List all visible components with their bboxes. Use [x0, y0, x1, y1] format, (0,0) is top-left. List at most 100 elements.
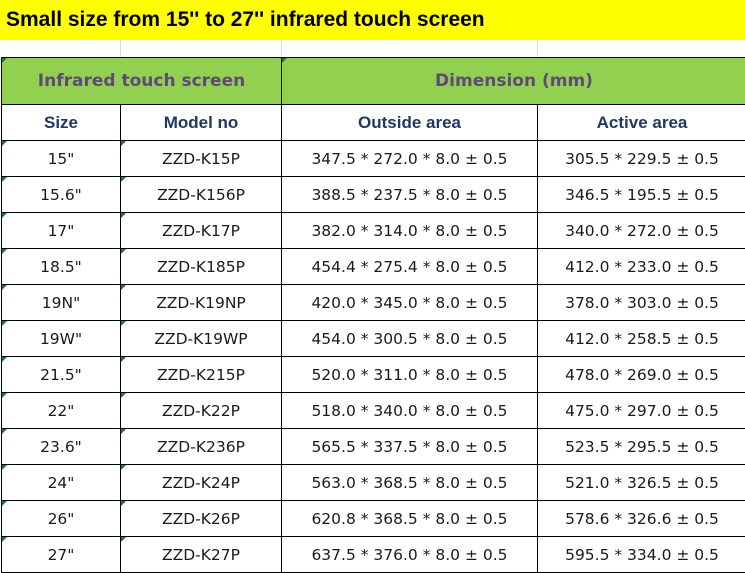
- table-row: 19N" ZZD-K19NP 420.0 * 345.0 * 8.0 ± 0.5 37…: [1, 284, 745, 321]
- model-cell: ZZD-K156P: [120, 176, 282, 213]
- cell-comment-marker: [282, 58, 287, 63]
- size-cell: 22": [1, 392, 121, 429]
- cell-comment-marker: [121, 285, 126, 290]
- outside-area-cell: 637.5 * 376.0 * 8.0 ± 0.5: [281, 536, 538, 573]
- cell-comment-marker: [2, 141, 7, 146]
- column-header-outside-area: Outside area: [281, 104, 538, 141]
- table-row: 17" ZZD-K17P 382.0 * 314.0 * 8.0 ± 0.5 340.…: [1, 212, 745, 249]
- model-cell: ZZD-K19WP: [120, 320, 282, 357]
- active-area-cell: 478.0 * 269.0 ± 0.5: [537, 356, 745, 393]
- group-header-dimension: Dimension (mm): [281, 57, 745, 105]
- cell-comment-marker: [2, 321, 7, 326]
- cell-comment-marker: [2, 537, 7, 542]
- gridline: [120, 40, 121, 57]
- active-area-cell: 521.0 * 326.5 ± 0.5: [537, 464, 745, 501]
- cell-comment-marker: [2, 58, 7, 63]
- cell-comment-marker: [121, 429, 126, 434]
- table-row: 15" ZZD-K15P 347.5 * 272.0 * 8.0 ± 0.5 305.…: [1, 140, 745, 177]
- size-cell: 18.5": [1, 248, 121, 285]
- cell-comment-marker: [2, 465, 7, 470]
- cell-comment-marker: [121, 465, 126, 470]
- active-area-cell: 595.5 * 334.0 ± 0.5: [537, 536, 745, 573]
- spec-table: Infrared touch screen Dimension (mm) Siz…: [1, 57, 745, 573]
- column-header-model: Model no: [120, 104, 282, 141]
- column-header-active-area: Active area: [537, 104, 745, 141]
- active-area-cell: 340.0 * 272.0 ± 0.5: [537, 212, 745, 249]
- model-cell: ZZD-K24P: [120, 464, 282, 501]
- outside-area-cell: 454.0 * 300.5 * 8.0 ± 0.5: [281, 320, 538, 357]
- outside-area-cell: 454.4 * 275.4 * 8.0 ± 0.5: [281, 248, 538, 285]
- table-row: 27" ZZD-K27P 637.5 * 376.0 * 8.0 ± 0.5 595.…: [1, 536, 745, 573]
- cell-comment-marker: [121, 321, 126, 326]
- model-cell: ZZD-K215P: [120, 356, 282, 393]
- cell-comment-marker: [121, 501, 126, 506]
- cell-comment-marker: [121, 177, 126, 182]
- group-header-infrared: Infrared touch screen: [1, 57, 282, 105]
- cell-comment-marker: [121, 141, 126, 146]
- model-cell: ZZD-K236P: [120, 428, 282, 465]
- size-cell: 19W": [1, 320, 121, 357]
- model-cell: ZZD-K19NP: [120, 284, 282, 321]
- active-area-cell: 305.5 * 229.5 ± 0.5: [537, 140, 745, 177]
- model-cell: ZZD-K22P: [120, 392, 282, 429]
- outside-area-cell: 518.0 * 340.0 * 8.0 ± 0.5: [281, 392, 538, 429]
- size-cell: 26": [1, 500, 121, 537]
- size-cell: 27": [1, 536, 121, 573]
- column-header-row: Size Model no Outside area Active area: [1, 104, 745, 141]
- size-cell: 24": [1, 464, 121, 501]
- table-row: 23.6" ZZD-K236P 565.5 * 337.5 * 8.0 ± 0.5 5…: [1, 428, 745, 465]
- cell-comment-marker: [2, 177, 7, 182]
- gridline: [537, 40, 538, 57]
- outside-area-cell: 520.0 * 311.0 * 8.0 ± 0.5: [281, 356, 538, 393]
- size-cell: 17": [1, 212, 121, 249]
- cell-comment-marker: [2, 393, 7, 398]
- empty-spreadsheet-row: [0, 40, 745, 57]
- table-row: 26" ZZD-K26P 620.8 * 368.5 * 8.0 ± 0.5 578.…: [1, 500, 745, 537]
- cell-comment-marker: [2, 429, 7, 434]
- outside-area-cell: 347.5 * 272.0 * 8.0 ± 0.5: [281, 140, 538, 177]
- size-cell: 15": [1, 140, 121, 177]
- active-area-cell: 523.5 * 295.5 ± 0.5: [537, 428, 745, 465]
- active-area-cell: 346.5 * 195.5 ± 0.5: [537, 176, 745, 213]
- active-area-cell: 578.6 * 326.6 ± 0.5: [537, 500, 745, 537]
- size-cell: 23.6": [1, 428, 121, 465]
- cell-comment-marker: [121, 249, 126, 254]
- size-cell: 15.6": [1, 176, 121, 213]
- table-row: 22" ZZD-K22P 518.0 * 340.0 * 8.0 ± 0.5 475.…: [1, 392, 745, 429]
- active-area-cell: 412.0 * 258.5 ± 0.5: [537, 320, 745, 357]
- table-row: 21.5" ZZD-K215P 520.0 * 311.0 * 8.0 ± 0.5 4…: [1, 356, 745, 393]
- cell-comment-marker: [121, 537, 126, 542]
- outside-area-cell: 620.8 * 368.5 * 8.0 ± 0.5: [281, 500, 538, 537]
- outside-area-cell: 565.5 * 337.5 * 8.0 ± 0.5: [281, 428, 538, 465]
- size-cell: 21.5": [1, 356, 121, 393]
- cell-comment-marker: [2, 249, 7, 254]
- outside-area-cell: 382.0 * 314.0 * 8.0 ± 0.5: [281, 212, 538, 249]
- column-header-size: Size: [1, 104, 121, 141]
- outside-area-cell: 420.0 * 345.0 * 8.0 ± 0.5: [281, 284, 538, 321]
- group-header-row: Infrared touch screen Dimension (mm): [1, 57, 745, 105]
- page-title: Small size from 15'' to 27'' infrared to…: [0, 0, 745, 40]
- cell-comment-marker: [2, 213, 7, 218]
- table-row: 19W" ZZD-K19WP 454.0 * 300.5 * 8.0 ± 0.5 41…: [1, 320, 745, 357]
- model-cell: ZZD-K26P: [120, 500, 282, 537]
- cell-comment-marker: [2, 285, 7, 290]
- model-cell: ZZD-K15P: [120, 140, 282, 177]
- table-row: 18.5" ZZD-K185P 454.4 * 275.4 * 8.0 ± 0.5 4…: [1, 248, 745, 285]
- model-cell: ZZD-K17P: [120, 212, 282, 249]
- model-cell: ZZD-K27P: [120, 536, 282, 573]
- table-row: 15.6" ZZD-K156P 388.5 * 237.5 * 8.0 ± 0.5 3…: [1, 176, 745, 213]
- active-area-cell: 475.0 * 297.0 ± 0.5: [537, 392, 745, 429]
- table-row: 24" ZZD-K24P 563.0 * 368.5 * 8.0 ± 0.5 521.…: [1, 464, 745, 501]
- size-cell: 19N": [1, 284, 121, 321]
- model-cell: ZZD-K185P: [120, 248, 282, 285]
- gridline: [281, 40, 282, 57]
- cell-comment-marker: [121, 213, 126, 218]
- cell-comment-marker: [2, 357, 7, 362]
- active-area-cell: 412.0 * 233.0 ± 0.5: [537, 248, 745, 285]
- cell-comment-marker: [121, 357, 126, 362]
- outside-area-cell: 388.5 * 237.5 * 8.0 ± 0.5: [281, 176, 538, 213]
- cell-comment-marker: [2, 501, 7, 506]
- active-area-cell: 378.0 * 303.0 ± 0.5: [537, 284, 745, 321]
- outside-area-cell: 563.0 * 368.5 * 8.0 ± 0.5: [281, 464, 538, 501]
- cell-comment-marker: [121, 393, 126, 398]
